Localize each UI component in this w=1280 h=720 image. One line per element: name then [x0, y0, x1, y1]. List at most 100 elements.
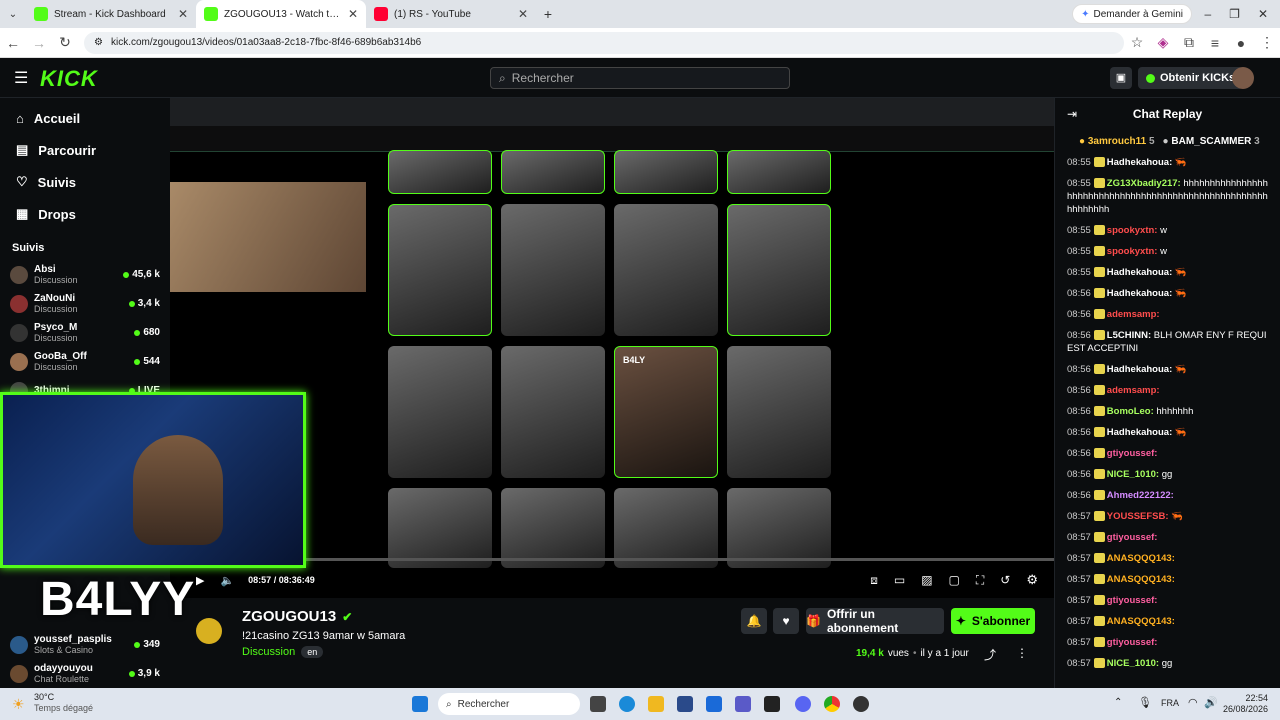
sidebar-item-drops[interactable]: ▦ Drops	[0, 198, 170, 230]
wifi-icon[interactable]: ◠	[1188, 696, 1198, 709]
close-tab-icon[interactable]: ✕	[518, 7, 528, 21]
browser-tab[interactable]: (1) RS - YouTube ✕	[366, 0, 536, 28]
extensions-icon[interactable]: ⧉	[1176, 34, 1202, 51]
url-field[interactable]: ⚙ kick.com/zgougou13/videos/01a03aa8-2c18…	[84, 31, 1124, 54]
file-explorer-icon[interactable]	[648, 696, 664, 712]
sidebar-item-suivis[interactable]: ♡ Suivis	[0, 166, 170, 198]
chat-username[interactable]: NICE_1010:	[1107, 469, 1159, 480]
chat-username[interactable]: BomoLeo:	[1107, 406, 1154, 417]
chat-username[interactable]: spookyxtn:	[1107, 225, 1158, 236]
follow-heart-button[interactable]: ♥	[773, 608, 799, 634]
chat-username[interactable]: L5CHINN:	[1107, 330, 1151, 341]
obs-icon[interactable]	[853, 696, 869, 712]
browser-tab-active[interactable]: ZGOUGOU13 - Watch the VOD ✕	[196, 0, 366, 28]
media-icon[interactable]: ≡	[1202, 35, 1228, 51]
chat-username[interactable]: ademsamp:	[1107, 309, 1160, 320]
theater-icon[interactable]: ▭	[894, 573, 905, 587]
dashboard-icon[interactable]: ▣	[1110, 67, 1132, 89]
store-icon[interactable]	[677, 696, 693, 712]
clip-icon[interactable]: ⧈	[870, 573, 878, 588]
task-view-icon[interactable]	[590, 696, 606, 712]
extension-shield-icon[interactable]: ◈	[1150, 34, 1176, 51]
chat-username[interactable]: ANASQQQ143:	[1107, 574, 1175, 585]
chat-username[interactable]: Hadhekahoua:	[1107, 427, 1172, 438]
user-avatar[interactable]	[1232, 67, 1254, 89]
chat-username[interactable]: spookyxtn:	[1107, 246, 1158, 257]
followed-channel[interactable]: youssef_pasplis Slots & Casino 349	[0, 630, 170, 659]
chat-username[interactable]: gtiyoussef:	[1107, 532, 1158, 543]
site-info-icon[interactable]: ⚙	[94, 37, 103, 48]
sub-badge-icon	[1093, 309, 1105, 320]
gemini-button[interactable]: ✦ Demander à Gemini	[1072, 4, 1192, 24]
windows-start-icon[interactable]	[412, 696, 428, 712]
search-input[interactable]: ⌕ Rechercher	[490, 67, 790, 89]
hamburger-menu-icon[interactable]: ☰	[14, 68, 28, 88]
speaker-icon[interactable]: 🔊	[1204, 696, 1218, 709]
category-link[interactable]: Discussion	[242, 646, 295, 658]
play-icon[interactable]: ▶	[196, 574, 204, 587]
notification-bell-button[interactable]: 🔔	[741, 608, 767, 634]
kick-logo[interactable]: KICK	[40, 66, 98, 92]
chat-username[interactable]: Hadhekahoua:	[1107, 157, 1172, 168]
back-icon[interactable]: ←	[0, 35, 26, 51]
chat-username[interactable]: ANASQQQ143:	[1107, 553, 1175, 564]
browser-tab[interactable]: Stream - Kick Dashboard ✕	[26, 0, 196, 28]
chat-username[interactable]: gtiyoussef:	[1107, 448, 1158, 459]
input-language[interactable]: FRA	[1161, 698, 1179, 708]
close-window-icon[interactable]: ✕	[1258, 7, 1268, 21]
clock[interactable]: 22:54 26/08/2026	[1222, 693, 1268, 715]
menu-kebab-icon[interactable]: ⋮	[1254, 34, 1280, 51]
profile-avatar-icon[interactable]: ●	[1228, 35, 1254, 51]
fc-app-icon[interactable]	[764, 696, 780, 712]
forward-icon[interactable]: →	[26, 35, 52, 51]
rewind-icon[interactable]: ↺	[1000, 573, 1010, 587]
chat-username[interactable]: Hadhekahoua:	[1107, 364, 1172, 375]
volume-icon[interactable]: 🔈	[220, 574, 234, 587]
edge-icon[interactable]	[619, 696, 635, 712]
tab-list-icon[interactable]: ⌄	[0, 9, 26, 20]
discord-icon[interactable]	[795, 696, 811, 712]
chat-username[interactable]: gtiyoussef:	[1107, 637, 1158, 648]
share-icon[interactable]: ⤴	[984, 646, 996, 663]
microphone-icon[interactable]: 🎙	[1138, 696, 1152, 709]
followed-channel[interactable]: Psyco_M Discussion 680	[0, 318, 170, 347]
chrome-icon[interactable]	[824, 696, 840, 712]
teams-icon[interactable]	[735, 696, 751, 712]
followed-channel[interactable]: GooBa_Off Discussion 544	[0, 347, 170, 376]
outlook-icon[interactable]	[706, 696, 722, 712]
chat-username[interactable]: gtiyoussef:	[1107, 595, 1158, 606]
settings-gear-icon[interactable]: ⚙	[1026, 572, 1038, 588]
new-tab-icon[interactable]: +	[536, 6, 560, 22]
sidebar-item-parcourir[interactable]: ▤ Parcourir	[0, 134, 170, 166]
close-tab-icon[interactable]: ✕	[348, 7, 358, 21]
chat-username[interactable]: ZG13Xbadiy217:	[1107, 178, 1181, 189]
pip-icon[interactable]: ▢	[949, 573, 960, 587]
sidebar-item-accueil[interactable]: ⌂ Accueil	[0, 102, 170, 134]
followed-channel[interactable]: ZaNouNi Discussion 3,4 k	[0, 289, 170, 318]
minimize-icon[interactable]: –	[1204, 7, 1211, 21]
collapse-chat-icon[interactable]: ⇥	[1067, 107, 1077, 121]
gift-sub-button[interactable]: 🎁 Offrir un abonnement	[806, 607, 944, 635]
chat-username[interactable]: YOUSSEFSB:	[1107, 511, 1169, 522]
get-kicks-button[interactable]: Obtenir KICKs	[1138, 67, 1244, 89]
subscribe-button[interactable]: ✦ S'abonner	[951, 608, 1035, 634]
chat-username[interactable]: Hadhekahoua:	[1107, 288, 1172, 299]
captions-icon[interactable]: ▨	[921, 573, 932, 587]
chat-username[interactable]: Ahmed222122:	[1107, 490, 1174, 501]
close-tab-icon[interactable]: ✕	[178, 7, 188, 21]
chat-username[interactable]: NICE_1010:	[1107, 658, 1159, 669]
followed-channel[interactable]: odayyouyou Chat Roulette 3,9 k	[0, 659, 170, 688]
chat-username[interactable]: ademsamp:	[1107, 385, 1160, 396]
fullscreen-icon[interactable]: ⛶	[976, 573, 984, 588]
bookmark-star-icon[interactable]: ☆	[1124, 34, 1150, 51]
more-options-icon[interactable]: ⋮	[1016, 646, 1028, 660]
channel-name[interactable]: ZGOUGOU13	[242, 608, 336, 625]
reload-icon[interactable]: ↻	[52, 34, 78, 51]
maximize-icon[interactable]: ❐	[1229, 7, 1240, 21]
channel-avatar[interactable]	[196, 618, 222, 644]
chat-username[interactable]: ANASQQQ143:	[1107, 616, 1175, 627]
chat-username[interactable]: Hadhekahoua:	[1107, 267, 1172, 278]
tray-chevron-icon[interactable]: ⌃	[1114, 697, 1122, 708]
taskbar-search[interactable]: ⌕ Rechercher	[438, 693, 580, 715]
followed-channel[interactable]: Absi Discussion 45,6 k	[0, 260, 170, 289]
